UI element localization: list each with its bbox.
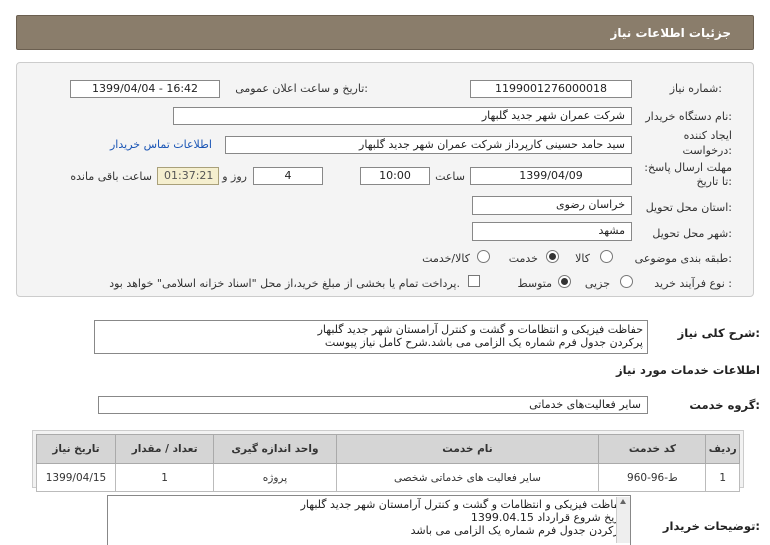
need-number-label: شماره نیاز: [669,82,722,95]
services-section-title: اطلاعات خدمات مورد نیاز [616,363,760,377]
col-unit: واحد اندازه گیری [213,434,337,464]
summary-textarea[interactable]: حفاظت فیزیکی و انتظامات و گشت و کنترل آر… [94,320,648,354]
remaining-time-label: ساعت باقی مانده [70,170,152,183]
buyer-notes-scrollbar[interactable] [616,497,630,543]
cell-unit: پروژه [213,463,337,492]
page-header: جزئیات اطلاعات نیاز [16,15,754,50]
process-radio-minor[interactable] [620,275,633,288]
buyer-notes-line-2: تاریخ شروع قرارداد 1399.04.15 [470,511,626,524]
cell-service-code: ط-96-960 [598,463,707,492]
col-service-code: کد خدمت [598,434,707,464]
buyer-notes-line-1: حفاظت فیزیکی و انتظامات و گشت و کنترل آر… [300,498,626,511]
city-label: شهر محل تحویل: [652,227,732,240]
announce-label: تاریخ و ساعت اعلان عمومی: [235,82,368,95]
service-group-field[interactable]: سایر فعالیت‌های خدماتی [98,396,648,414]
province-label: استان محل تحویل: [645,201,732,214]
cell-row-number: 1 [705,463,740,492]
buyer-field[interactable]: شرکت عمران شهر جدید گلبهار [173,107,632,125]
buyer-notes-line-3: پرکردن جدول فرم شماره یک الزامی می باشد. [410,524,626,537]
category-radio-goods-service[interactable] [477,250,490,263]
category-option-goods: کالا [575,252,590,265]
summary-line-1: حفاظت فیزیکی و انتظامات و گشت و کنترل آر… [317,323,643,336]
buyer-label: نام دستگاه خریدار: [645,110,732,123]
buyer-notes-label: توضیحات خریدار: [662,519,760,533]
creator-label: ایجاد کننده درخواست: [682,129,733,157]
category-label: طبقه بندی موضوعی: [634,252,732,265]
process-radio-medium[interactable] [558,275,571,288]
process-label: نوع فرآیند خرید : [654,277,732,290]
services-table: تاریخ نیاز تعداد / مقدار واحد اندازه گیر… [36,434,740,492]
treasury-payment-note: پرداخت تمام یا بخشی از مبلغ خرید،از محل … [109,277,460,290]
col-service-name: نام خدمت [335,434,600,464]
page-title: جزئیات اطلاعات نیاز [610,26,731,40]
scroll-up-icon[interactable] [620,499,626,504]
service-group-label: گروه خدمت: [689,398,760,412]
col-quantity: تعداد / مقدار [114,434,215,464]
category-option-service: خدمت [508,252,538,265]
deadline-time-field[interactable]: 10:00 [360,167,430,185]
deadline-date-field[interactable]: 1399/04/09 [470,167,632,185]
announce-datetime-field[interactable]: 1399/04/04 - 16:42 [70,80,220,98]
table-header-row: تاریخ نیاز تعداد / مقدار واحد اندازه گیر… [36,434,740,464]
deadline-time-label: ساعت [435,170,465,183]
category-radio-service[interactable] [546,250,559,263]
cell-need-date: 1399/04/15 [36,463,116,492]
days-label: روز و [222,170,247,183]
deadline-label: مهلت ارسال پاسخ: تا تاریخ: [644,161,732,188]
remaining-time-field: 01:37:21 [157,167,219,185]
treasury-payment-checkbox[interactable] [468,275,480,287]
buyer-contact-link[interactable]: اطلاعات تماس خریدار [110,138,212,151]
creator-field[interactable]: سید حامد حسینی کارپرداز شرکت عمران شهر ج… [225,136,632,154]
col-need-date: تاریخ نیاز [36,434,116,464]
table-row[interactable]: 1399/04/15 1 پروژه سایر فعالیت های خدمات… [36,463,740,492]
province-field[interactable]: خراسان رضوی [472,196,632,215]
days-remaining-field[interactable]: 4 [253,167,323,185]
process-option-medium: متوسط [517,277,552,290]
city-field[interactable]: مشهد [472,222,632,241]
process-option-minor: جزیی [584,277,610,290]
summary-line-2: پرکردن جدول فرم شماره یک الزامی می باشد.… [324,336,643,349]
category-radio-goods[interactable] [600,250,613,263]
category-option-goods-service: کالا/خدمت [422,252,470,265]
cell-service-name: سایر فعالیت های خدماتی شخصی [335,463,600,492]
buyer-notes-textarea[interactable]: حفاظت فیزیکی و انتظامات و گشت و کنترل آر… [107,495,631,545]
summary-label: شرح کلی نیاز: [677,326,760,340]
need-number-field[interactable]: 1199001276000018 [470,80,632,98]
cell-quantity: 1 [114,463,215,492]
col-row-number: ردیف [705,434,740,464]
